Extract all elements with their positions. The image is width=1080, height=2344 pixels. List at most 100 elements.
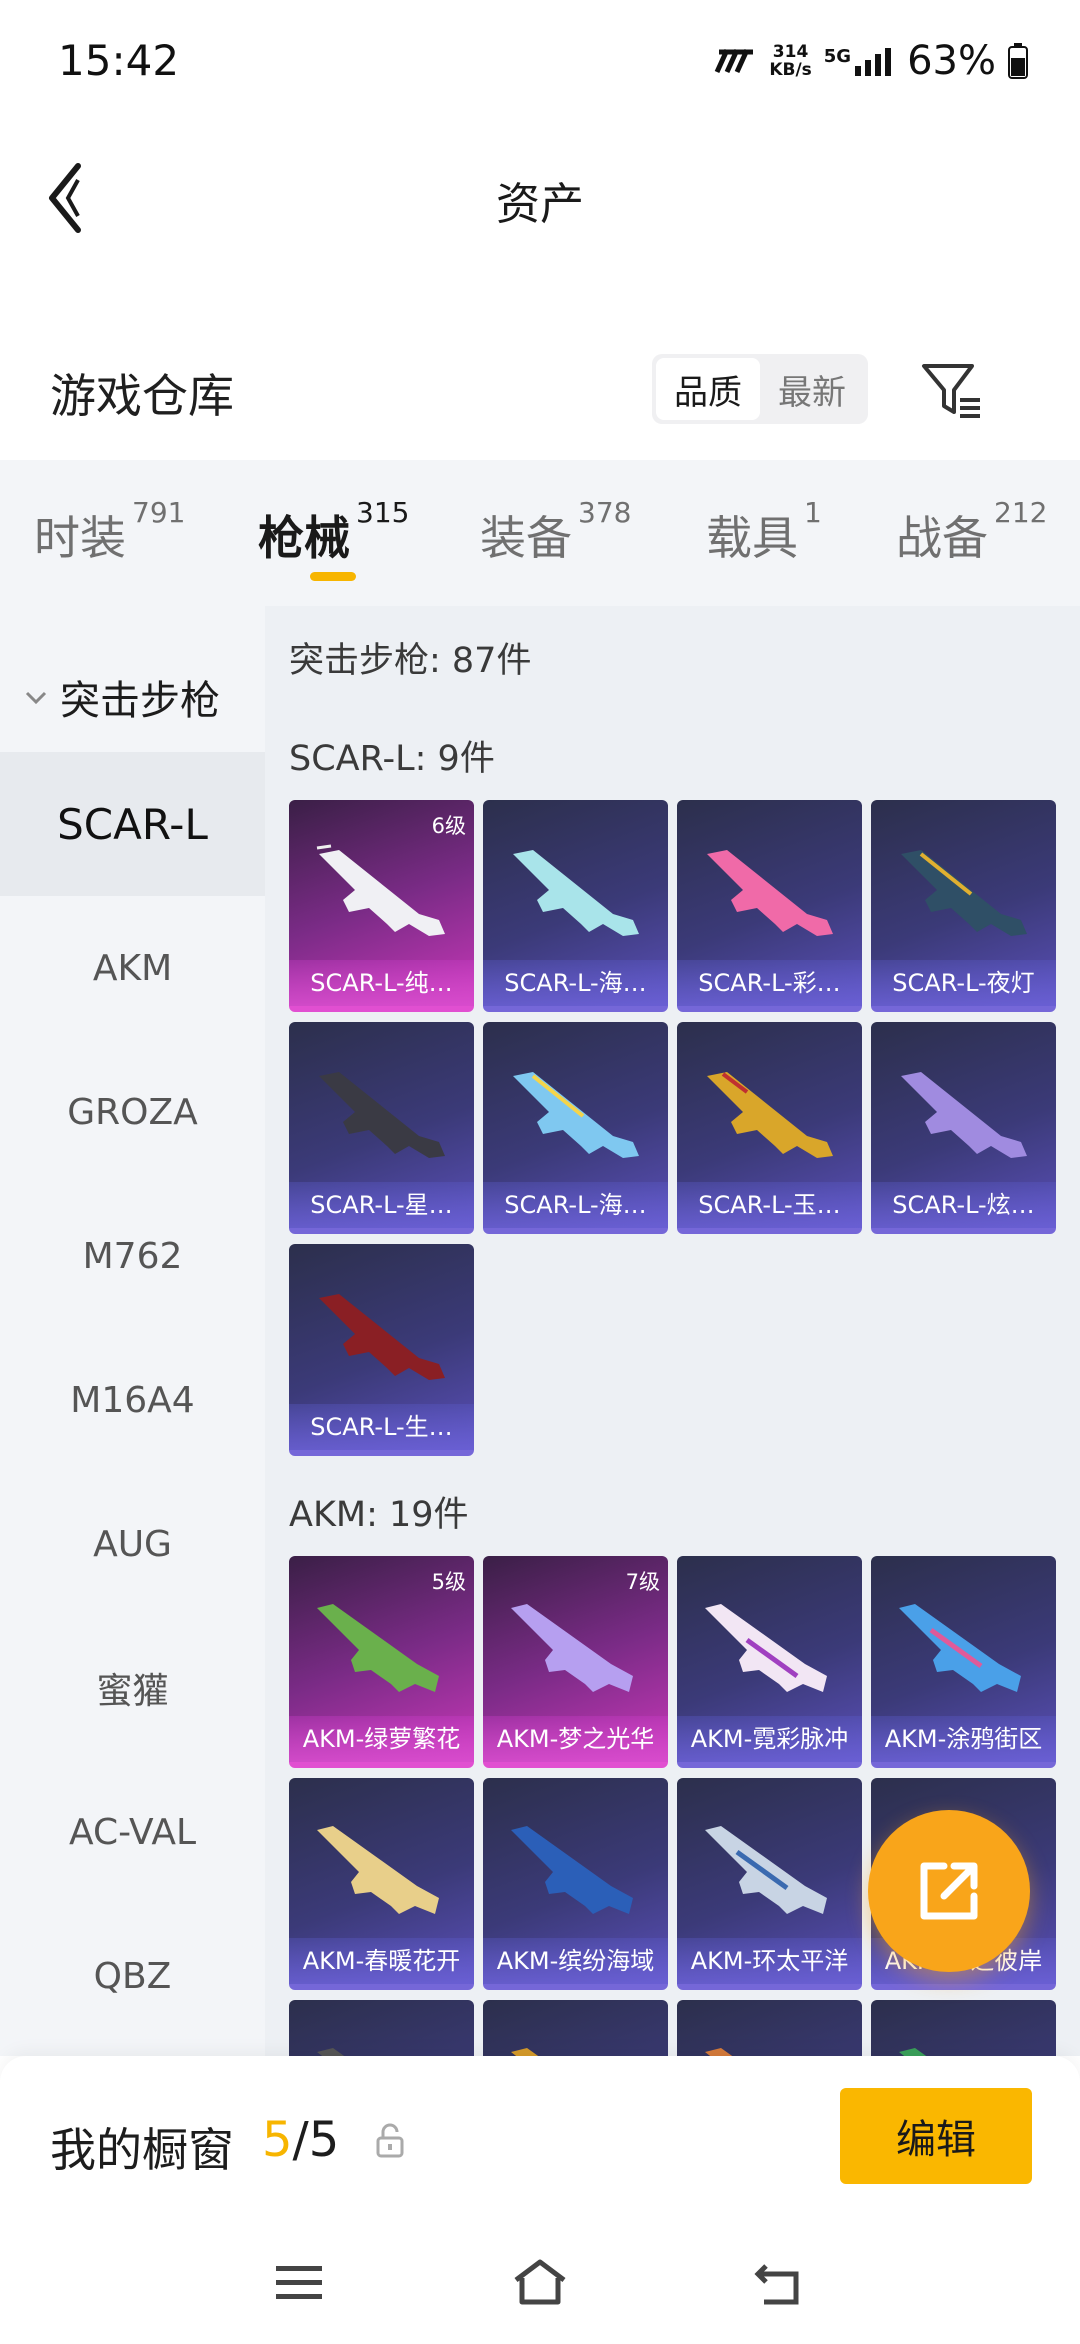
signal-icon	[855, 48, 892, 76]
rifle-icon	[513, 1072, 639, 1158]
system-nav-bar	[0, 2226, 1080, 2344]
showcase-current: 5	[262, 2112, 293, 2168]
skin-level: 6级	[431, 814, 466, 838]
app-page: 15:42 314 KB/s 5G 63% 资产 游戏仓库 品质 最新 时装 7…	[0, 0, 1080, 2344]
nav-menu-button[interactable]	[270, 2254, 330, 2310]
top-header: 资产	[0, 124, 1080, 274]
filter-button[interactable]	[918, 358, 984, 424]
skin-card[interactable]: SCAR-L-海…	[483, 800, 668, 1012]
tab-fashion[interactable]: 时装 791	[34, 496, 185, 568]
share-external-icon	[920, 1862, 978, 1920]
skin-card[interactable]: 5级 AKM-绿萝繁花	[289, 1556, 474, 1768]
rifle-icon	[707, 1072, 833, 1158]
skin-card[interactable]: SCAR-L-海…	[483, 1022, 668, 1234]
rifle-icon	[317, 1826, 439, 1914]
skin-card[interactable]	[483, 2000, 668, 2056]
rifle-icon	[319, 1072, 445, 1158]
skin-card[interactable]	[871, 2000, 1056, 2056]
skin-card[interactable]: 6级 SCAR-L-纯…	[289, 800, 474, 1012]
rifle-icon	[705, 1604, 827, 1692]
sort-toggle: 品质 最新	[652, 354, 868, 424]
skin-level: 5级	[431, 1570, 466, 1594]
rifle-icon	[511, 2048, 539, 2056]
nav-back-button[interactable]	[750, 2254, 810, 2310]
skin-name: SCAR-L-纯…	[289, 960, 474, 1006]
sidebar-item-qbz[interactable]: QBZ	[0, 1904, 265, 2048]
category-tabs: 时装 791 枪械 315 装备 378 载具 1 战备 212	[0, 460, 1080, 606]
skin-name: AKM-春暖花开	[289, 1938, 474, 1984]
network-type: 5G	[823, 46, 852, 67]
tab-label: 战备	[896, 511, 988, 565]
skin-name: AKM-缤纷海域	[483, 1938, 668, 1984]
skin-card[interactable]: AKM-涂鸦街区	[871, 1556, 1056, 1768]
section-title-akm: AKM: 19件	[289, 1495, 469, 1535]
skin-card[interactable]: AKM-春暖花开	[289, 1778, 474, 1990]
menu-icon	[276, 2266, 322, 2299]
edit-button[interactable]: 编辑	[840, 2088, 1032, 2184]
skin-card[interactable]	[289, 2000, 474, 2056]
sidebar-item-m762[interactable]: M762	[0, 1184, 265, 1328]
skin-card[interactable]: 7级 AKM-梦之光华	[483, 1556, 668, 1768]
rifle-icon	[899, 2048, 927, 2056]
rifle-icon	[901, 850, 1027, 936]
rifle-icon	[316, 844, 445, 936]
active-tab-indicator	[310, 572, 356, 581]
tab-count: 1	[804, 496, 822, 529]
rifle-icon	[705, 1826, 827, 1914]
sidebar-item-ac-val[interactable]: AC-VAL	[0, 1760, 265, 1904]
sort-option-latest[interactable]: 最新	[760, 358, 864, 420]
tab-firearms[interactable]: 枪械 315	[258, 496, 409, 568]
sidebar-item-scar-l[interactable]: SCAR-L	[0, 752, 265, 896]
sidebar-item-m16a4[interactable]: M16A4	[0, 1328, 265, 1472]
category-summary: 突击步枪: 87件	[289, 641, 532, 681]
back-nav-icon	[754, 2264, 799, 2305]
rifle-icon	[705, 2048, 733, 2056]
skin-card[interactable]: SCAR-L-彩…	[677, 800, 862, 1012]
scar-l-grid: 6级 SCAR-L-纯… SCAR-L-海… SCAR-L-彩… SCAR-L-夜…	[289, 800, 1061, 1456]
rifle-icon	[319, 1294, 445, 1380]
tab-count: 791	[132, 496, 186, 529]
tab-equipment[interactable]: 装备 378	[480, 496, 631, 568]
share-button[interactable]	[868, 1810, 1030, 1972]
tab-count: 212	[994, 496, 1048, 529]
skin-card[interactable]: SCAR-L-夜灯	[871, 800, 1056, 1012]
skin-name: AKM-梦之光华	[483, 1716, 668, 1762]
skin-card[interactable]: SCAR-L-玉…	[677, 1022, 862, 1234]
skin-name: AKM-霓彩脉冲	[677, 1716, 862, 1762]
skin-card[interactable]: SCAR-L-星…	[289, 1022, 474, 1234]
skin-card[interactable]: SCAR-L-炫…	[871, 1022, 1056, 1234]
skin-name: AKM-绿萝繁花	[289, 1716, 474, 1762]
filter-icon	[922, 364, 980, 418]
skin-name: SCAR-L-夜灯	[871, 960, 1056, 1006]
page-title: 资产	[496, 179, 584, 230]
showcase-label: 我的橱窗	[50, 2123, 234, 2177]
sidebar-group-label: 突击步枪	[60, 678, 220, 724]
skin-name: AKM-环太平洋	[677, 1938, 862, 1984]
skin-card[interactable]: AKM-缤纷海域	[483, 1778, 668, 1990]
skin-card[interactable]: AKM-霓彩脉冲	[677, 1556, 862, 1768]
skin-name: SCAR-L-海…	[483, 1182, 668, 1228]
skin-name: SCAR-L-炫…	[871, 1182, 1056, 1228]
nav-home-button[interactable]	[510, 2254, 570, 2310]
warehouse-bar: 游戏仓库 品质 最新	[0, 340, 1080, 460]
tab-vehicles[interactable]: 载具 1	[706, 496, 822, 568]
sidebar-group-assault-rifles[interactable]: 突击步枪	[0, 642, 265, 752]
tab-combat-gear[interactable]: 战备 212	[896, 496, 1047, 568]
sidebar-item-honey-badger[interactable]: 蜜獾	[0, 1616, 265, 1760]
sidebar-item-akm[interactable]: AKM	[0, 896, 265, 1040]
skin-name: SCAR-L-生…	[289, 1404, 474, 1450]
sidebar-item-aug[interactable]: AUG	[0, 1472, 265, 1616]
skin-card[interactable]: AKM-环太平洋	[677, 1778, 862, 1990]
rifle-icon	[317, 1604, 439, 1692]
skin-name: SCAR-L-玉…	[677, 1182, 862, 1228]
skin-card[interactable]	[677, 2000, 862, 2056]
skin-name: SCAR-L-海…	[483, 960, 668, 1006]
sort-option-quality[interactable]: 品质	[656, 358, 760, 420]
tab-label: 装备	[480, 511, 572, 565]
skin-name: SCAR-L-彩…	[677, 960, 862, 1006]
skin-card[interactable]: SCAR-L-生…	[289, 1244, 474, 1456]
network-speed: 314 KB/s	[769, 43, 811, 79]
akm-grid: 5级 AKM-绿萝繁花 7级 AKM-梦之光华 AKM-霓彩脉冲 AKM-涂鸦街区 …	[289, 1556, 1061, 2056]
sidebar-item-groza[interactable]: GROZA	[0, 1040, 265, 1184]
skin-level: 7级	[625, 1570, 660, 1594]
